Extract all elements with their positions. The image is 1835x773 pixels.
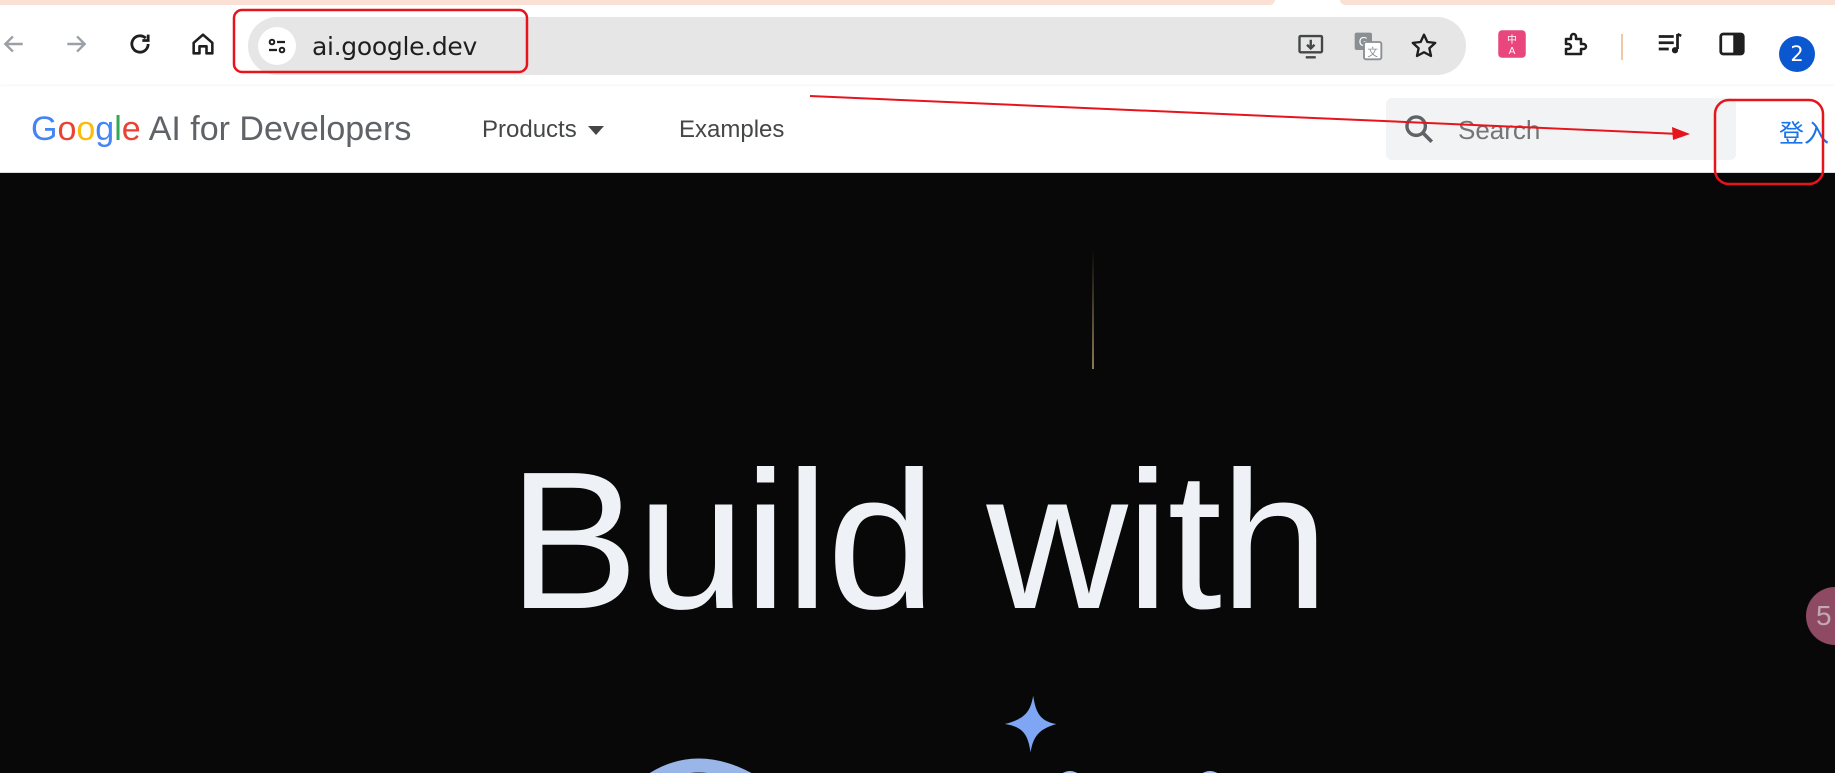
site-info-button[interactable] <box>258 27 296 65</box>
install-app-button[interactable] <box>1296 30 1328 62</box>
forward-arrow-icon <box>67 35 87 53</box>
home-icon <box>192 33 214 55</box>
active-tab-edge[interactable] <box>0 0 1275 5</box>
url-text[interactable]: ai.google.dev <box>312 32 477 61</box>
browser-toolbar: ai.google.dev G 文 中 A 2 <box>0 6 1835 86</box>
search-icon <box>1405 115 1434 144</box>
hero-partial-text <box>649 758 1218 773</box>
logo-letter: g <box>95 110 115 148</box>
reload-button[interactable] <box>122 26 158 62</box>
install-app-icon <box>1298 34 1324 59</box>
bookmark-button[interactable] <box>1408 30 1440 62</box>
hero-section: Build with 5 <box>0 173 1835 773</box>
translate-page-button[interactable]: G 文 <box>1352 30 1384 62</box>
reload-icon <box>130 34 150 54</box>
home-button[interactable] <box>185 26 221 62</box>
translate-icon: G 文 <box>1354 32 1383 61</box>
media-queue-icon <box>1658 32 1682 54</box>
translate-extension-button[interactable]: 中 A <box>1494 26 1530 62</box>
extensions-puzzle-icon <box>1564 32 1588 56</box>
side-panel-icon <box>1719 32 1745 56</box>
back-button[interactable] <box>0 26 32 62</box>
logo-letter: o <box>76 110 96 148</box>
google-ai-logo[interactable]: Google AI for Developers <box>31 110 411 149</box>
translate-extension-icon: 中 A <box>1498 30 1526 58</box>
nav-examples[interactable]: Examples <box>679 116 784 144</box>
profile-avatar[interactable]: 2 <box>1779 36 1815 72</box>
search-box[interactable] <box>1386 98 1736 160</box>
media-queue-button[interactable] <box>1652 26 1688 62</box>
toolbar-divider <box>1621 34 1623 60</box>
inactive-tab-edge[interactable] <box>1340 0 1835 5</box>
site-info-icon <box>268 38 286 54</box>
logo-letter: l <box>114 110 122 148</box>
logo-suffix: AI for Developers <box>148 110 412 148</box>
hero-title: Build with <box>508 431 1329 650</box>
address-bar[interactable]: ai.google.dev G 文 <box>248 17 1466 75</box>
search-input[interactable] <box>1456 112 1720 148</box>
site-header: Google AI for Developers Products Example… <box>0 86 1835 173</box>
side-panel-button[interactable] <box>1714 26 1750 62</box>
back-arrow-icon <box>3 35 23 53</box>
forward-button[interactable] <box>58 26 94 62</box>
svg-text:文: 文 <box>1367 46 1378 59</box>
logo-letter: o <box>57 110 77 148</box>
logo-letter: G <box>31 110 58 148</box>
svg-text:A: A <box>1509 46 1516 57</box>
nav-products-label: Products <box>482 116 577 143</box>
bookmark-star-icon <box>1411 33 1437 58</box>
hero-light-beam <box>1092 249 1094 369</box>
logo-letter: e <box>121 110 141 148</box>
svg-text:中: 中 <box>1507 33 1517 46</box>
extensions-button[interactable] <box>1558 26 1594 62</box>
caret-down-icon <box>587 126 604 135</box>
signin-link[interactable]: 登入 <box>1779 114 1829 150</box>
nav-products[interactable]: Products <box>482 116 605 144</box>
